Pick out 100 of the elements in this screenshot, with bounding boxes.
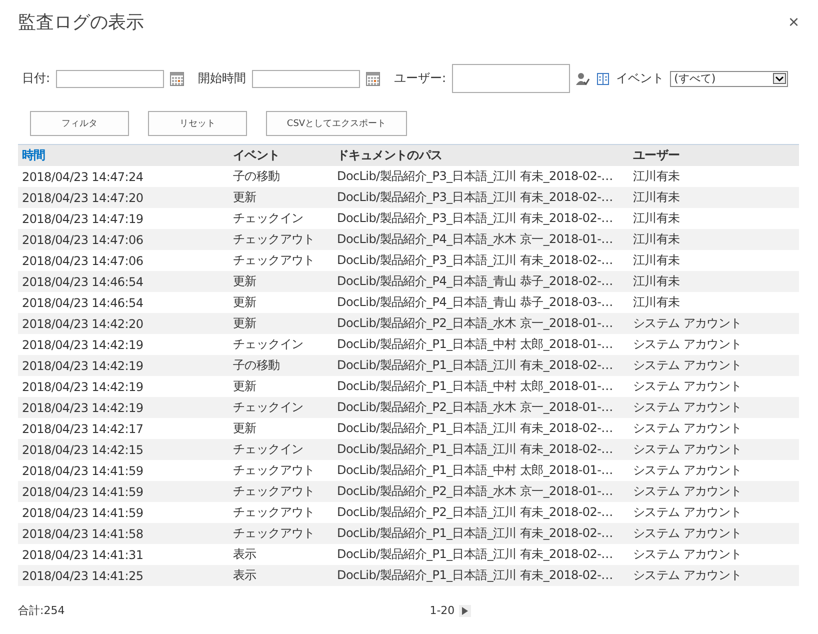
table-cell-text: 2018/04/23 14:47:20 [22, 190, 144, 204]
column-header[interactable]: 時間 [22, 147, 233, 164]
table-row[interactable]: 2018/04/23 14:42:19 チェックイン DocLib/製品紹介_P2_日本語_水木 京一_2018-01-… システム アカウント [18, 397, 799, 418]
table-cell-text: 江川有未 [633, 210, 681, 227]
table-cell-text: システム アカウント [633, 567, 743, 584]
table-row[interactable]: 2018/04/23 14:47:20 更新 DocLib/製品紹介_P3_日本語_江川 有未_2018-02-… 江川有未 [18, 187, 799, 208]
table-cell-text: 2018/04/23 14:42:15 [22, 442, 144, 456]
table-cell-text: 更新 [233, 294, 258, 311]
action-button[interactable]: CSVとしてエクスポート [266, 111, 407, 136]
start-time-field[interactable] [252, 70, 360, 88]
table-row[interactable]: 2018/04/23 14:42:15 チェックイン DocLib/製品紹介_P1_日本語_江川 有未_2018-02-… システム アカウント [18, 439, 799, 460]
table-cell-text: システム アカウント [633, 420, 743, 437]
table-cell-text: DocLib/製品紹介_P2_日本語_江川 有未_2018-02-… [337, 504, 614, 521]
table-cell-text: チェックイン [233, 441, 304, 458]
table-cell-text: 更新 [233, 378, 258, 395]
table-row[interactable]: 2018/04/23 14:41:59 チェックアウト DocLib/製品紹介_P2_日本語_水木 京一_2018-01-… システム アカウント [18, 481, 799, 502]
table-cell-text: システム アカウント [633, 378, 743, 395]
date-label: 日付: [22, 70, 50, 87]
column-header[interactable]: ユーザー [633, 147, 799, 164]
table-cell-text: チェックアウト [233, 252, 316, 269]
user-field[interactable] [452, 64, 570, 93]
table-cell-text: DocLib/製品紹介_P2_日本語_水木 京一_2018-01-… [337, 315, 614, 332]
table-cell-text: 2018/04/23 14:47:19 [22, 212, 144, 226]
table-cell-text: 表示 [233, 546, 258, 563]
people-check-icon[interactable] [576, 72, 590, 86]
table-cell-text: 2018/04/23 14:46:54 [22, 296, 144, 310]
table-cell-text: DocLib/製品紹介_P3_日本語_江川 有未_2018-02-… [337, 189, 614, 206]
table-cell-text: DocLib/製品紹介_P1_日本語_江川 有未_2018-02-… [337, 441, 614, 458]
table-cell-text: DocLib/製品紹介_P1_日本語_中村 太郎_2018-01-… [337, 336, 614, 353]
dialog-title: 監査ログの表示 [18, 11, 144, 34]
calendar-icon[interactable] [366, 72, 380, 86]
table-cell-text: システム アカウント [633, 504, 743, 521]
start-time-label: 開始時間 [198, 70, 246, 87]
dropdown-caret-icon [773, 73, 786, 84]
table-cell-text: DocLib/製品紹介_P1_日本語_江川 有未_2018-02-… [337, 357, 614, 374]
column-header[interactable]: ドキュメントのパス [337, 147, 633, 164]
table-cell-text: DocLib/製品紹介_P4_日本語_青山 恭子_2018-02-… [337, 273, 614, 290]
table-cell-text: DocLib/製品紹介_P3_日本語_江川 有未_2018-02-… [337, 168, 614, 185]
table-cell-text: DocLib/製品紹介_P1_日本語_江川 有未_2018-02-… [337, 567, 614, 584]
table-row[interactable]: 2018/04/23 14:42:20 更新 DocLib/製品紹介_P2_日本語_水木 京一_2018-01-… システム アカウント [18, 313, 799, 334]
table-cell-text: システム アカウント [633, 525, 743, 542]
table-cell-text: システム アカウント [633, 546, 743, 563]
action-button[interactable]: リセット [148, 111, 247, 136]
table-cell-text: DocLib/製品紹介_P2_日本語_水木 京一_2018-01-… [337, 483, 614, 500]
table-cell-text: DocLib/製品紹介_P1_日本語_江川 有未_2018-02-… [337, 420, 614, 437]
table-cell-text: DocLib/製品紹介_P4_日本語_青山 恭子_2018-03-… [337, 294, 614, 311]
table-cell-text: 子の移動 [233, 168, 281, 185]
table-cell-text: 表示 [233, 567, 258, 584]
table-cell-text: システム アカウント [633, 315, 743, 332]
table-row[interactable]: 2018/04/23 14:41:25 表示 DocLib/製品紹介_P1_日本語_江川 有未_2018-02-… システム アカウント [18, 565, 799, 586]
table-cell-text: チェックアウト [233, 504, 316, 521]
table-cell-text: チェックイン [233, 336, 304, 353]
table-cell-text: 2018/04/23 14:47:06 [22, 254, 144, 268]
table-cell-text: 2018/04/23 14:42:17 [22, 422, 144, 436]
table-cell-text: 2018/04/23 14:41:59 [22, 506, 144, 520]
table-cell-text: 2018/04/23 14:41:59 [22, 464, 144, 478]
event-label: イベント [616, 70, 664, 87]
table-cell-text: DocLib/製品紹介_P1_日本語_江川 有未_2018-02-… [337, 525, 614, 542]
calendar-icon[interactable] [170, 72, 184, 86]
next-page-icon[interactable] [458, 604, 471, 616]
table-row[interactable]: 2018/04/23 14:46:54 更新 DocLib/製品紹介_P4_日本語_青山 恭子_2018-02-… 江川有未 [18, 271, 799, 292]
table-cell-text: 2018/04/23 14:41:59 [22, 484, 144, 498]
action-button[interactable]: フィルタ [30, 111, 129, 136]
table-row[interactable]: 2018/04/23 14:41:58 チェックアウト DocLib/製品紹介_P1_日本語_江川 有未_2018-02-… システム アカウント [18, 523, 799, 544]
table-cell-text: 2018/04/23 14:42:19 [22, 358, 144, 372]
table-cell-text: チェックイン [233, 210, 304, 227]
table-cell-text: DocLib/製品紹介_P1_日本語_江川 有未_2018-02-… [337, 546, 614, 563]
table-cell-text: DocLib/製品紹介_P2_日本語_水木 京一_2018-01-… [337, 399, 614, 416]
table-cell-text: 2018/04/23 14:46:54 [22, 274, 144, 288]
table-cell-text: 更新 [233, 273, 258, 290]
table-cell-text: 2018/04/23 14:42:19 [22, 338, 144, 352]
table-row[interactable]: 2018/04/23 14:42:19 子の移動 DocLib/製品紹介_P1_日本語_江川 有未_2018-02-… システム アカウント [18, 355, 799, 376]
table-cell-text: 更新 [233, 189, 258, 206]
user-label: ユーザー: [394, 70, 446, 87]
table-cell-text: 2018/04/23 14:47:06 [22, 232, 144, 246]
table-cell-text: 江川有未 [633, 294, 681, 311]
table-row[interactable]: 2018/04/23 14:47:06 チェックアウト DocLib/製品紹介_P4_日本語_水木 京一_2018-01-… 江川有未 [18, 229, 799, 250]
table-cell-text: システム アカウント [633, 483, 743, 500]
table-cell-text: 2018/04/23 14:47:24 [22, 170, 144, 184]
table-cell-text: 更新 [233, 420, 258, 437]
table-cell-text: システム アカウント [633, 357, 743, 374]
table-cell-text: 2018/04/23 14:42:20 [22, 316, 144, 330]
event-dropdown[interactable]: (すべて) [670, 70, 788, 86]
table-cell-text: システム アカウント [633, 462, 743, 479]
table-cell-text: システム アカウント [633, 441, 743, 458]
table-cell-text: チェックアウト [233, 525, 316, 542]
close-button[interactable]: × [788, 12, 799, 32]
table-cell-text: チェックアウト [233, 462, 316, 479]
table-cell-text: DocLib/製品紹介_P1_日本語_中村 太郎_2018-01-… [337, 462, 614, 479]
table-cell-text: 江川有未 [633, 168, 681, 185]
table-cell-text: 2018/04/23 14:41:58 [22, 526, 144, 540]
address-book-icon[interactable] [596, 72, 610, 86]
table-cell-text: DocLib/製品紹介_P3_日本語_江川 有未_2018-02-… [337, 210, 614, 227]
table-cell-text: 2018/04/23 14:41:31 [22, 548, 144, 562]
column-header[interactable]: イベント [233, 147, 337, 164]
table-cell-text: 2018/04/23 14:42:19 [22, 380, 144, 394]
table-cell-text: システム アカウント [633, 336, 743, 353]
page-range: 1-20 [430, 604, 455, 617]
table-cell-text: システム アカウント [633, 399, 743, 416]
date-field[interactable] [56, 70, 164, 88]
